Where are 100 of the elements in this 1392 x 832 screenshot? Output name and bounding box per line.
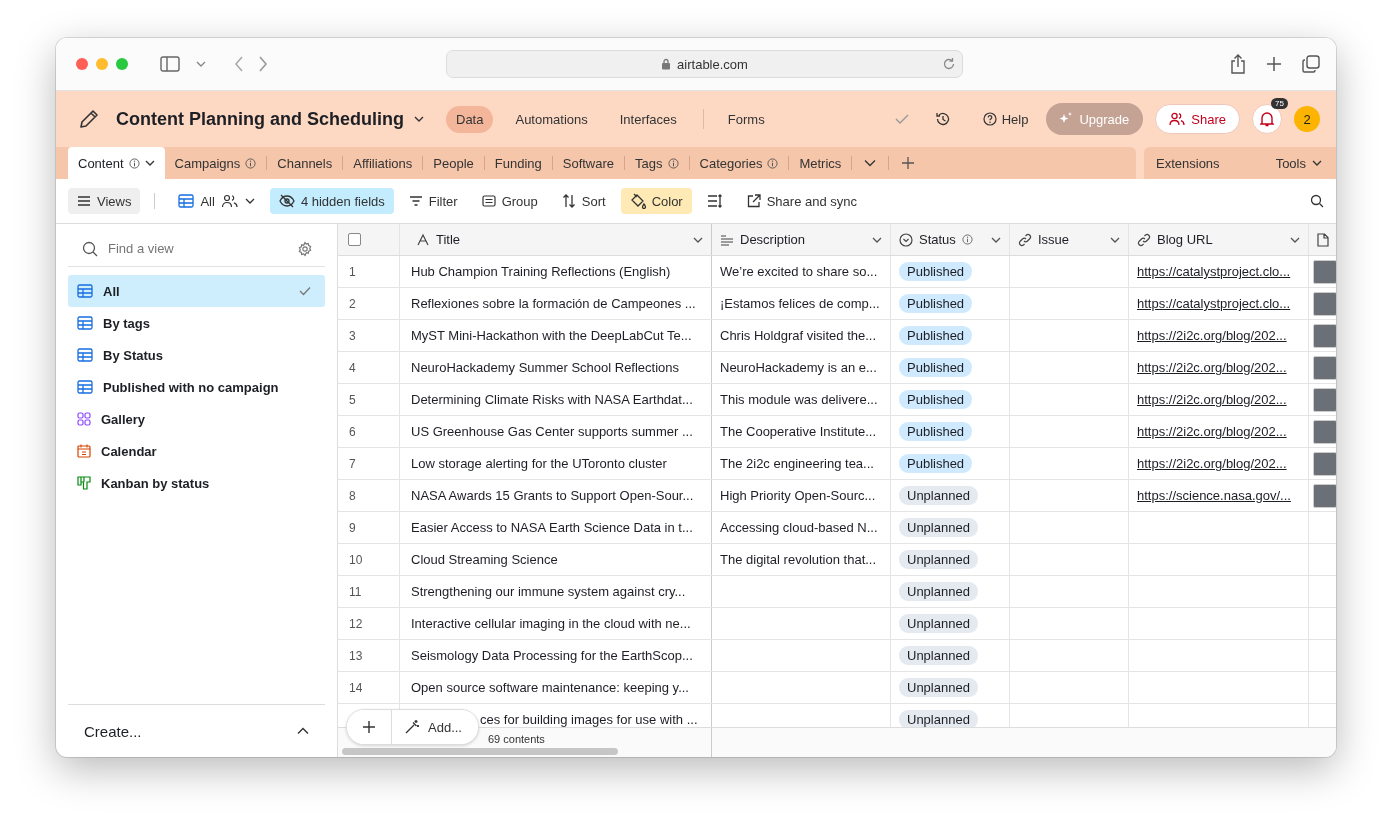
view-button[interactable]: All: [169, 188, 264, 214]
table-tab[interactable]: Software: [552, 147, 625, 179]
nav-tab[interactable]: Interfaces: [609, 105, 687, 133]
thumbnail-placeholder[interactable]: [1313, 355, 1336, 380]
search-icon[interactable]: [1310, 194, 1324, 208]
column-header[interactable]: Blog URL: [1129, 224, 1309, 255]
status-tag: Published: [899, 262, 973, 281]
share-button[interactable]: Share: [1155, 104, 1240, 134]
description-cell: The digital revolution that...: [720, 552, 877, 567]
find-view-field[interactable]: Find a view: [106, 240, 289, 257]
thumbnail-placeholder[interactable]: [1313, 323, 1336, 348]
view-item[interactable]: Kanban by status: [68, 467, 325, 499]
column-header[interactable]: Status: [891, 224, 1010, 255]
table-tab[interactable]: Content: [68, 147, 165, 179]
help-button[interactable]: Help: [976, 110, 1035, 128]
sort-button[interactable]: Sort: [552, 188, 615, 214]
status-tag: Published: [899, 422, 973, 441]
row-number: 6: [349, 424, 356, 439]
pencil-icon[interactable]: [78, 108, 100, 130]
table-tab[interactable]: People: [423, 147, 484, 179]
view-item[interactable]: All: [68, 275, 325, 307]
thumbnail-placeholder[interactable]: [1313, 291, 1336, 316]
scrollbar[interactable]: [342, 748, 618, 755]
chevron-up-icon[interactable]: [297, 727, 309, 735]
view-item[interactable]: By tags: [68, 307, 325, 339]
tools-button[interactable]: Tools: [1275, 155, 1322, 171]
history-icon[interactable]: [934, 111, 951, 127]
filter-button[interactable]: Filter: [399, 188, 467, 214]
create-label[interactable]: Create...: [84, 722, 142, 740]
thumbnail-placeholder[interactable]: [1313, 259, 1336, 284]
sidebar-icon[interactable]: [160, 56, 182, 72]
table-tab[interactable]: Metrics: [789, 147, 852, 179]
views-button[interactable]: Views: [68, 188, 141, 214]
select-all-checkbox[interactable]: [348, 233, 361, 246]
row-number: 10: [349, 552, 363, 567]
table-tab[interactable]: Funding: [484, 147, 552, 179]
row-number: 2: [349, 296, 356, 311]
status-tag: Unplanned: [899, 582, 978, 601]
row-number: 14: [349, 680, 363, 695]
url-link[interactable]: https://2i2c.org/blog/202...: [1137, 328, 1287, 343]
chevron-down-icon: [144, 159, 155, 167]
url-link[interactable]: https://2i2c.org/blog/202...: [1137, 392, 1287, 407]
view-item[interactable]: Gallery: [68, 403, 325, 435]
url-link[interactable]: https://2i2c.org/blog/202...: [1137, 424, 1287, 439]
thumbnail-placeholder[interactable]: [1313, 419, 1336, 444]
chevron-down-icon[interactable]: [196, 60, 206, 68]
hide-button[interactable]: 4 hidden fields: [269, 188, 394, 214]
notifications-button[interactable]: [1252, 104, 1282, 134]
table-tab[interactable]: Categories: [689, 147, 789, 179]
url-link[interactable]: https://2i2c.org/blog/202...: [1137, 456, 1287, 471]
share-icon[interactable]: [1230, 54, 1246, 74]
url-link[interactable]: https://science.nasa.gov/...: [1137, 488, 1291, 503]
address-bar[interactable]: airtable.com: [446, 50, 963, 78]
view-item[interactable]: By Status: [68, 339, 325, 371]
plus-icon[interactable]: [901, 156, 916, 170]
settings-icon[interactable]: [297, 240, 313, 257]
title-cell: Determining Climate Risks with NASA Earthdat...: [411, 392, 693, 407]
base-title[interactable]: Content Planning and Scheduling: [116, 108, 424, 130]
color-button[interactable]: Color: [620, 188, 692, 214]
chevron-down-icon[interactable]: [864, 159, 877, 167]
table-tab[interactable]: Channels: [267, 147, 343, 179]
extensions-button[interactable]: Extensions: [1156, 155, 1220, 171]
forward-icon[interactable]: [258, 56, 268, 72]
grid-icon: [77, 316, 93, 330]
reload-icon[interactable]: [942, 57, 956, 71]
share-button[interactable]: Share and sync: [737, 188, 867, 214]
ai-add-button[interactable]: Add...: [391, 710, 478, 744]
url-link[interactable]: https://2i2c.org/blog/202...: [1137, 360, 1287, 375]
close-icon[interactable]: [76, 58, 88, 70]
url-link[interactable]: https://catalystproject.clo...: [1137, 296, 1291, 311]
tabs-icon[interactable]: [1302, 55, 1320, 73]
check-icon: [299, 286, 311, 296]
nav-tab[interactable]: Data: [446, 105, 494, 133]
table-tab[interactable]: Campaigns: [164, 147, 267, 179]
view-item[interactable]: Calendar: [68, 435, 325, 467]
table-tab[interactable]: Tags: [625, 147, 689, 179]
column-header[interactable]: Issue: [1010, 224, 1129, 255]
nav-tab[interactable]: Automations: [505, 105, 598, 133]
thumbnail-placeholder[interactable]: [1313, 483, 1336, 508]
notification-count: 75: [1271, 98, 1288, 109]
group-button[interactable]: Group: [472, 188, 547, 214]
address-text: airtable.com: [677, 56, 748, 72]
view-item[interactable]: Published with no campaign: [68, 371, 325, 403]
title-cell: Open source software maintenance: keeping y...: [411, 680, 689, 695]
url-link[interactable]: https://catalystproject.clo...: [1137, 264, 1291, 279]
description-cell: The 2i2c engineering tea...: [720, 456, 874, 471]
title-cell: Seismology Data Processing for the EarthScop...: [411, 648, 693, 663]
thumbnail-placeholder[interactable]: [1313, 387, 1336, 412]
table-tab[interactable]: Affiliations: [343, 147, 423, 179]
status-tag: Unplanned: [899, 518, 978, 537]
add-record-button[interactable]: [347, 710, 391, 744]
plus-icon[interactable]: [1266, 56, 1282, 72]
calendar-icon: [77, 444, 91, 458]
column-header[interactable]: Description: [712, 224, 891, 255]
thumbnail-placeholder[interactable]: [1313, 451, 1336, 476]
nav-tab[interactable]: Forms: [717, 105, 775, 133]
dropdown-icon: [899, 232, 913, 247]
user-avatar[interactable]: 2: [1294, 106, 1320, 132]
row-number: 9: [349, 520, 356, 535]
column-header[interactable]: Title: [400, 224, 712, 255]
